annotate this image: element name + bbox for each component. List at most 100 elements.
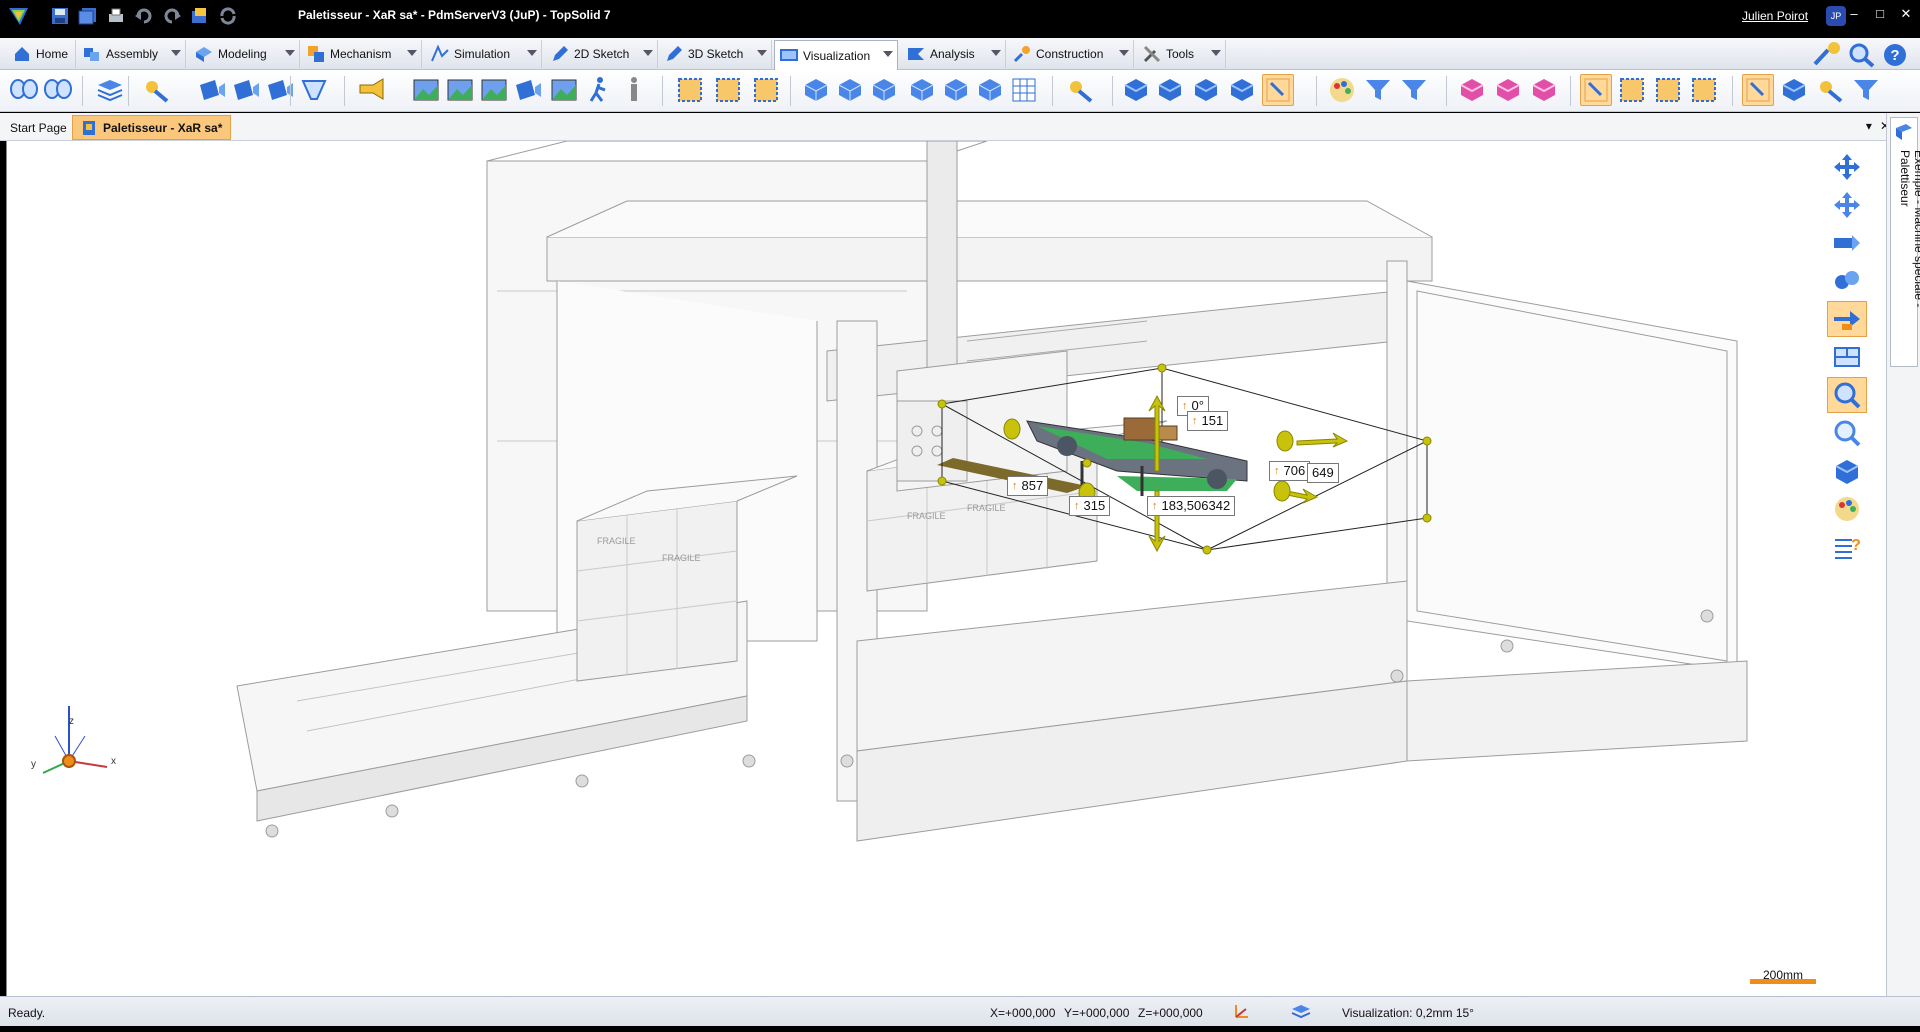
user-avatar-badge[interactable]: JP xyxy=(1826,6,1846,26)
save-icon[interactable] xyxy=(48,5,72,27)
grid-icon[interactable] xyxy=(1008,74,1040,106)
side-panel-tab[interactable]: Exemple - Machine spéciale - Palettiseur xyxy=(1890,117,1920,367)
maximize-icon[interactable]: □ xyxy=(1872,6,1888,22)
refresh-icon[interactable] xyxy=(216,5,240,27)
clip-plane-icon[interactable] xyxy=(1827,301,1867,337)
zoom-icon[interactable] xyxy=(1827,415,1867,451)
visualization-precision[interactable]: Visualization: 0,2mm 15° xyxy=(1342,1006,1474,1020)
human-scale-icon[interactable] xyxy=(618,74,650,106)
perspective-icon[interactable] xyxy=(298,74,330,106)
show-type-icon[interactable] xyxy=(1688,74,1720,106)
filter-list-icon[interactable] xyxy=(1398,74,1430,106)
zoom-window-icon[interactable] xyxy=(1827,377,1867,413)
minimize-icon[interactable]: – xyxy=(1846,6,1862,22)
render-icon[interactable] xyxy=(548,74,580,106)
palette-icon[interactable] xyxy=(1326,74,1358,106)
chevron-down-icon[interactable] xyxy=(407,50,417,56)
view-layout-icon[interactable] xyxy=(1827,339,1867,375)
tab-modeling[interactable]: Modeling xyxy=(190,40,300,68)
color-background-icon[interactable] xyxy=(478,74,510,106)
properties-help-icon[interactable]: ? xyxy=(1827,529,1867,565)
search-icon[interactable] xyxy=(1848,42,1876,71)
chevron-down-icon[interactable]: ▾ xyxy=(1866,119,1872,133)
cube-front-icon[interactable] xyxy=(1120,74,1152,106)
screenshot-icon[interactable] xyxy=(512,74,544,106)
pick-icon[interactable] xyxy=(1262,74,1294,106)
chevron-down-icon[interactable] xyxy=(527,50,537,56)
tab-analysis[interactable]: Analysis xyxy=(902,40,1006,68)
quick-tools-icon[interactable] xyxy=(1812,40,1846,71)
chevron-down-icon[interactable] xyxy=(171,50,181,56)
tab-3d-sketch[interactable]: 3D Sketch xyxy=(660,40,772,68)
cube-stripe-icon[interactable] xyxy=(1190,74,1222,106)
gradient-background-icon[interactable] xyxy=(444,74,476,106)
spot-light-icon[interactable] xyxy=(140,74,172,106)
dimension-label-315[interactable]: ↑ 315 xyxy=(1069,496,1111,516)
dimension-label-151[interactable]: ↑ 151 xyxy=(1187,411,1229,431)
chevron-down-icon[interactable] xyxy=(883,51,893,57)
hide-edges-icon[interactable] xyxy=(674,74,706,106)
tab-paletisseur-document[interactable]: Paletisseur - XaR sa* xyxy=(72,115,232,140)
dimension-label-706[interactable]: ↑ 706 xyxy=(1269,461,1311,481)
pan-icon[interactable] xyxy=(1827,149,1867,185)
plane-view-icon[interactable] xyxy=(974,74,1006,106)
move-view-icon[interactable] xyxy=(1827,187,1867,223)
color-palette-icon[interactable] xyxy=(1827,491,1867,527)
view-stereo-right-icon[interactable] xyxy=(42,74,74,106)
machine-3d-model[interactable] xyxy=(7,141,1886,996)
translate-icon[interactable] xyxy=(1742,74,1774,106)
pink-cube-icon[interactable] xyxy=(1456,74,1488,106)
coordinate-system-icon[interactable] xyxy=(1232,1001,1252,1024)
dimension-label-649[interactable]: 649 xyxy=(1307,463,1339,483)
explode-view-icon[interactable] xyxy=(1827,263,1867,299)
measure-icon[interactable] xyxy=(834,74,866,106)
plane-view-icon[interactable] xyxy=(868,74,900,106)
cube-wire-icon[interactable] xyxy=(1226,74,1258,106)
layers-icon[interactable] xyxy=(1290,1001,1312,1024)
chevron-down-icon[interactable] xyxy=(1211,50,1221,56)
dimension-label-183[interactable]: ↑ 183,506342 xyxy=(1147,496,1236,516)
layers-view-icon[interactable] xyxy=(94,74,126,106)
plane-view-icon[interactable] xyxy=(906,74,938,106)
user-name-link[interactable]: Julien Poirot xyxy=(1742,9,1808,23)
tab-tools[interactable]: Tools xyxy=(1138,40,1226,68)
show-type-icon[interactable] xyxy=(1652,74,1684,106)
flashlight-icon[interactable] xyxy=(356,74,388,106)
3d-viewport[interactable]: ↑ 857 ↑ 0° ↑ 151 ↑ 706 649 ↑ 315 ↑ 183,506342 … xyxy=(6,141,1886,996)
filter-icon[interactable] xyxy=(1362,74,1394,106)
tab-mechanism[interactable]: Mechanism xyxy=(302,40,422,68)
cylinder-icon[interactable] xyxy=(1778,74,1810,106)
sky-background-icon[interactable] xyxy=(410,74,442,106)
open-document-icon[interactable] xyxy=(188,5,212,27)
save-all-icon[interactable] xyxy=(76,5,100,27)
undo-icon[interactable] xyxy=(132,5,156,27)
redo-icon[interactable] xyxy=(160,5,184,27)
chevron-down-icon[interactable] xyxy=(991,50,1001,56)
show-edges-icon[interactable] xyxy=(712,74,744,106)
chevron-down-icon[interactable] xyxy=(285,50,295,56)
tab-2d-sketch[interactable]: 2D Sketch xyxy=(546,40,658,68)
pink-cube-icon[interactable] xyxy=(1492,74,1524,106)
tab-start-page[interactable]: Start Page xyxy=(2,115,75,140)
print-icon[interactable] xyxy=(104,5,128,27)
chevron-down-icon[interactable] xyxy=(1119,50,1129,56)
camera-icon[interactable] xyxy=(230,74,262,106)
view-stereo-left-icon[interactable] xyxy=(8,74,40,106)
shaded-view-icon[interactable] xyxy=(1827,453,1867,489)
help-icon[interactable]: ? xyxy=(1882,42,1908,71)
axis-icon[interactable] xyxy=(1814,74,1846,106)
pink-cube-icon[interactable] xyxy=(1528,74,1560,106)
dimension-label-857[interactable]: ↑ 857 xyxy=(1007,476,1049,496)
cube-iso-icon[interactable] xyxy=(1154,74,1186,106)
tab-construction[interactable]: Construction xyxy=(1008,40,1134,68)
tab-assembly[interactable]: Assembly xyxy=(78,40,186,68)
tab-visualization[interactable]: Visualization xyxy=(774,40,898,70)
section-view-icon[interactable] xyxy=(1827,225,1867,261)
app-logo-icon[interactable] xyxy=(6,4,32,28)
show-type-icon[interactable] xyxy=(1580,74,1612,106)
filter-plane-icon[interactable] xyxy=(1850,74,1882,106)
camera-icon[interactable] xyxy=(264,74,296,106)
tab-simulation[interactable]: Simulation xyxy=(426,40,542,68)
show-type-icon[interactable] xyxy=(1616,74,1648,106)
tab-home[interactable]: Home xyxy=(8,40,76,68)
